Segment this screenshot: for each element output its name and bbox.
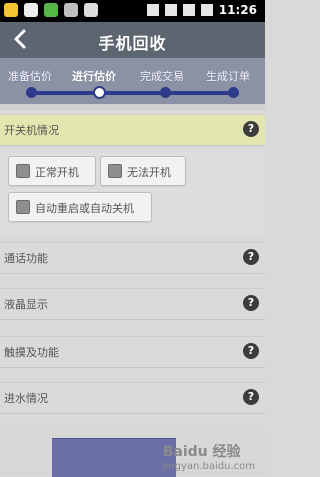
bluetooth-icon — [147, 4, 159, 16]
sim-icon — [183, 4, 195, 16]
section-title: 液晶显示 — [4, 298, 48, 311]
option-cannot-boot[interactable]: 无法开机 — [100, 156, 186, 186]
section-water-damage[interactable]: 进水情况 ? — [0, 382, 265, 414]
app-icon — [44, 3, 58, 17]
battery-icon — [201, 4, 213, 16]
option-label: 正常开机 — [35, 166, 79, 179]
notification-icons — [4, 3, 98, 17]
watermark-text: Baidu 经验 — [162, 444, 241, 460]
option-normal-boot[interactable]: 正常开机 — [8, 156, 96, 186]
divider — [0, 104, 265, 110]
step-label-order: 生成订单 — [206, 70, 250, 83]
step-dot-active — [93, 86, 106, 99]
progress-steps: 准备估价 进行估价 完成交易 生成订单 — [0, 58, 265, 104]
help-icon[interactable]: ? — [243, 121, 259, 137]
app-header: 手机回收 — [0, 22, 265, 58]
help-icon[interactable]: ? — [243, 249, 259, 265]
option-auto-restart[interactable]: 自动重启或自动关机 — [8, 192, 152, 222]
power-options-panel: 正常开机 无法开机 自动重启或自动关机 — [0, 150, 265, 234]
step-dot — [26, 87, 37, 98]
mail-icon — [24, 3, 38, 17]
step-label-evaluate: 进行估价 — [72, 70, 116, 83]
clock: 11:26 — [218, 3, 257, 17]
wifi-icon — [165, 4, 177, 16]
checkbox[interactable] — [16, 200, 30, 214]
next-button[interactable] — [52, 438, 176, 477]
checkbox[interactable] — [108, 164, 122, 178]
section-title: 通话功能 — [4, 252, 48, 265]
section-lcd-display[interactable]: 液晶显示 ? — [0, 288, 265, 320]
step-label-complete: 完成交易 — [140, 70, 184, 83]
watermark: Baidu 经验 jingyan.baidu.com — [163, 441, 255, 472]
checkbox[interactable] — [16, 164, 30, 178]
step-dot — [160, 87, 171, 98]
step-dot — [228, 87, 239, 98]
section-call-function[interactable]: 通话功能 ? — [0, 242, 265, 274]
option-label: 自动重启或自动关机 — [35, 202, 134, 215]
step-label-prepare: 准备估价 — [8, 70, 52, 83]
help-icon[interactable]: ? — [243, 389, 259, 405]
section-title: 触摸及功能 — [4, 346, 59, 359]
section-power-status[interactable]: 开关机情况 ? — [0, 114, 265, 146]
section-title: 开关机情况 — [4, 124, 59, 137]
option-label: 无法开机 — [127, 166, 171, 179]
app-icon — [4, 3, 18, 17]
watermark-url: jingyan.baidu.com — [162, 461, 255, 472]
progress-line — [26, 91, 239, 95]
status-bar: 11:26 — [0, 0, 265, 22]
help-icon[interactable]: ? — [243, 295, 259, 311]
android-icon — [64, 3, 78, 17]
usb-icon — [84, 3, 98, 17]
section-touch-function[interactable]: 触摸及功能 ? — [0, 336, 265, 368]
page-title: 手机回收 — [98, 34, 167, 53]
system-icons — [147, 4, 213, 16]
section-title: 进水情况 — [4, 392, 48, 405]
help-icon[interactable]: ? — [243, 343, 259, 359]
